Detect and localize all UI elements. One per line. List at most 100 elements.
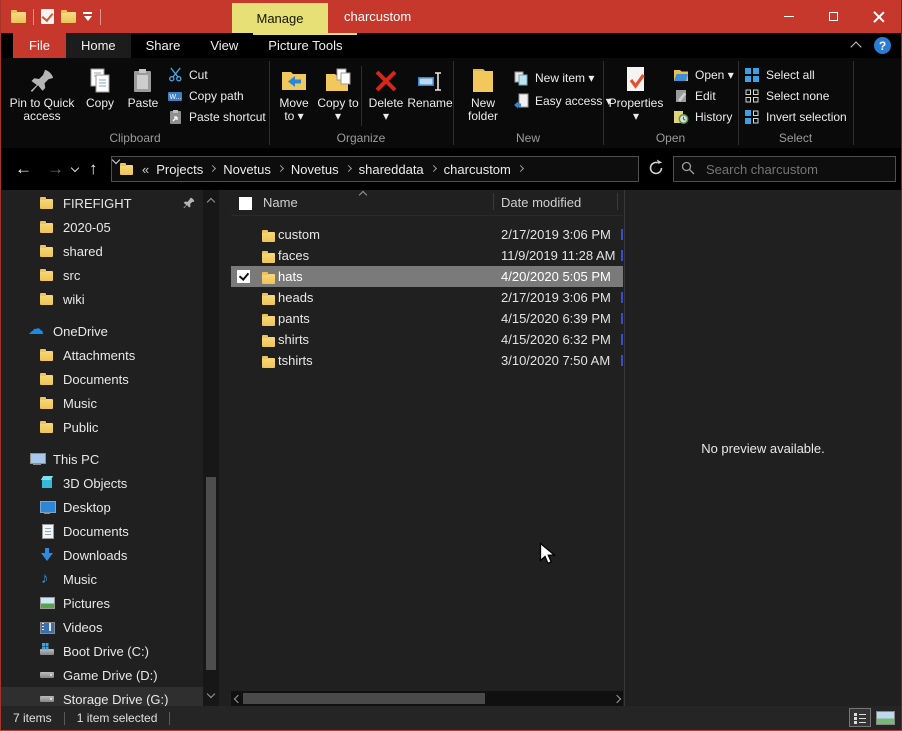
- scroll-down-icon[interactable]: [207, 692, 215, 698]
- paste-button[interactable]: Paste: [122, 61, 164, 110]
- tab-view[interactable]: View: [195, 33, 253, 58]
- folder-icon[interactable]: [61, 10, 76, 23]
- paste-shortcut-button[interactable]: Paste shortcut: [167, 106, 266, 127]
- up-button[interactable]: ↑: [89, 157, 98, 181]
- sidebar-item[interactable]: Boot Drive (C:): [1, 639, 203, 663]
- sidebar-item[interactable]: Videos: [1, 615, 203, 639]
- sidebar-item[interactable]: src: [1, 263, 203, 287]
- address-dropdown-icon[interactable]: [623, 165, 631, 173]
- recent-locations-icon[interactable]: [71, 165, 79, 173]
- sidebar-item[interactable]: Documents: [1, 367, 203, 391]
- breadcrumb-segment[interactable]: charcustom: [444, 162, 511, 177]
- sidebar-item[interactable]: Pictures: [1, 591, 203, 615]
- sidebar-item[interactable]: 3D Objects: [1, 471, 203, 495]
- sidebar-item[interactable]: This PC: [1, 447, 203, 471]
- minimize-button[interactable]: [766, 0, 811, 33]
- breadcrumb-segment[interactable]: Novetus: [291, 162, 339, 177]
- breadcrumb-overflow[interactable]: «: [142, 162, 149, 177]
- file-row[interactable]: custom 2/17/2019 3:06 PM: [231, 224, 623, 245]
- folder-icon[interactable]: [11, 10, 26, 23]
- sidebar-item[interactable]: Downloads: [1, 543, 203, 567]
- breadcrumb-segment[interactable]: shareddata: [359, 162, 424, 177]
- select-none-button[interactable]: Select none: [744, 85, 847, 106]
- sidebar-scrollbar[interactable]: [203, 190, 219, 706]
- scroll-right-icon[interactable]: [614, 695, 620, 703]
- sidebar-item[interactable]: OneDrive: [1, 319, 203, 343]
- easy-access-button[interactable]: Easy access ▾: [513, 89, 612, 112]
- move-to-button[interactable]: Move to ▾: [273, 61, 315, 123]
- file-row[interactable]: faces 11/9/2019 11:28 AM: [231, 245, 623, 266]
- details-view-button[interactable]: [849, 708, 871, 727]
- scrollbar-thumb[interactable]: [243, 693, 485, 704]
- invert-selection-button[interactable]: Invert selection: [744, 106, 847, 127]
- maximize-button[interactable]: [811, 0, 856, 33]
- column-header-name[interactable]: Name: [263, 195, 298, 210]
- sidebar-item[interactable]: wiki: [1, 287, 203, 311]
- checkbox-checked-icon[interactable]: [237, 270, 250, 283]
- edit-button[interactable]: Edit: [673, 85, 734, 106]
- forward-button[interactable]: →: [47, 157, 64, 181]
- file-row[interactable]: shirts 4/15/2020 6:32 PM: [231, 329, 623, 350]
- sidebar-item[interactable]: Desktop: [1, 495, 203, 519]
- chevron-right-icon[interactable]: [518, 165, 524, 173]
- file-row[interactable]: tshirts 3/10/2020 7:50 AM: [231, 350, 623, 371]
- sidebar-item[interactable]: Attachments: [1, 343, 203, 367]
- cut-button[interactable]: Cut: [167, 64, 266, 85]
- scroll-left-icon[interactable]: [234, 695, 240, 703]
- tab-file[interactable]: File: [13, 33, 66, 58]
- new-item-button[interactable]: New item ▾: [513, 66, 612, 89]
- sidebar-item[interactable]: Game Drive (D:): [1, 663, 203, 687]
- sidebar-item[interactable]: Storage Drive (G:): [1, 687, 203, 706]
- properties-icon[interactable]: [41, 9, 54, 24]
- properties-button[interactable]: Properties ▾: [606, 61, 666, 123]
- column-divider[interactable]: [617, 193, 618, 210]
- sidebar-item[interactable]: Documents: [1, 519, 203, 543]
- chevron-right-icon[interactable]: [346, 165, 352, 173]
- tab-share[interactable]: Share: [131, 33, 196, 58]
- select-all-checkbox[interactable]: [239, 197, 252, 210]
- sidebar-item[interactable]: Music: [1, 391, 203, 415]
- column-divider[interactable]: [493, 193, 494, 210]
- new-folder-button[interactable]: New folder: [459, 61, 507, 123]
- scrollbar-thumb[interactable]: [206, 477, 216, 670]
- delete-button[interactable]: Delete ▾: [365, 61, 407, 123]
- copy-path-button[interactable]: W... Copy path: [167, 85, 266, 106]
- scroll-up-icon[interactable]: [207, 198, 215, 204]
- horizontal-scrollbar[interactable]: [231, 691, 623, 706]
- tab-picture-tools[interactable]: Picture Tools: [253, 33, 357, 58]
- sidebar-item[interactable]: Public: [1, 415, 203, 439]
- help-icon[interactable]: ?: [874, 37, 891, 54]
- chevron-right-icon[interactable]: [210, 165, 216, 173]
- close-button[interactable]: [856, 0, 901, 33]
- collapse-ribbon-icon[interactable]: [851, 40, 861, 48]
- file-row[interactable]: pants 4/15/2020 6:39 PM: [231, 308, 623, 329]
- chevron-right-icon[interactable]: [431, 165, 437, 173]
- copy-button[interactable]: Copy: [79, 61, 121, 110]
- title-bar[interactable]: Manage charcustom: [1, 0, 901, 33]
- sidebar-item[interactable]: shared: [1, 239, 203, 263]
- breadcrumb-segment[interactable]: Projects: [156, 162, 203, 177]
- column-header-date-modified[interactable]: Date modified: [501, 195, 581, 210]
- dropdown-icon[interactable]: [83, 12, 93, 22]
- open-button[interactable]: Open ▾: [673, 64, 734, 85]
- back-button[interactable]: ←: [15, 157, 32, 181]
- tab-home[interactable]: Home: [66, 33, 131, 58]
- sidebar-item[interactable]: 2020-05: [1, 215, 203, 239]
- sidebar-item[interactable]: FIREFIGHT: [1, 191, 203, 215]
- thumbnails-view-button[interactable]: [876, 711, 895, 725]
- rename-button[interactable]: Rename: [407, 61, 453, 110]
- select-all-button[interactable]: Select all: [744, 64, 847, 85]
- address-bar[interactable]: « Projects Novetus Novetus shareddata ch…: [111, 156, 639, 182]
- copy-to-button[interactable]: Copy to ▾: [317, 61, 359, 123]
- breadcrumb-segment[interactable]: Novetus: [223, 162, 271, 177]
- file-row[interactable]: hats 4/20/2020 5:05 PM: [231, 266, 623, 287]
- search-box[interactable]: [673, 156, 896, 182]
- refresh-button[interactable]: [647, 159, 665, 182]
- chevron-right-icon[interactable]: [278, 165, 284, 173]
- file-row[interactable]: heads 2/17/2019 3:06 PM: [231, 287, 623, 308]
- contextual-tab-manage[interactable]: Manage: [232, 3, 328, 33]
- search-input[interactable]: [704, 161, 864, 178]
- pin-to-quick-access-button[interactable]: Pin to Quick access: [7, 61, 77, 123]
- sidebar-item[interactable]: Music: [1, 567, 203, 591]
- history-button[interactable]: History: [673, 106, 734, 127]
